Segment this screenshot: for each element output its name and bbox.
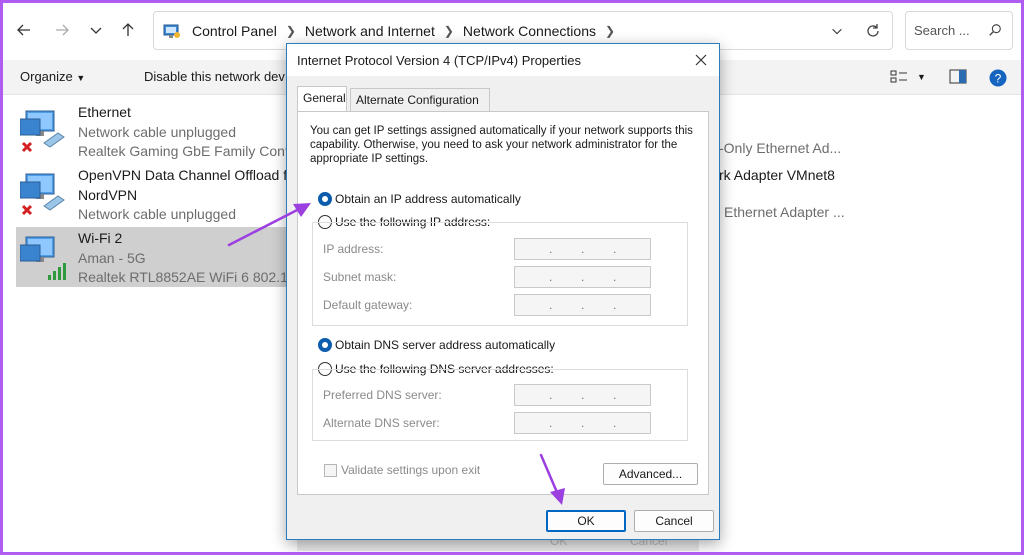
address-dropdown-icon[interactable] (830, 24, 844, 38)
search-input[interactable]: Search ... (905, 11, 1013, 50)
caret-down-icon: ▼ (76, 73, 86, 83)
arrow-right-icon (56, 24, 69, 36)
explorer-window: Control Panel ❯ Network and Internet ❯ N… (3, 3, 1021, 552)
connection-ethernet[interactable]: Ethernet Network cable unplugged Realtek… (16, 101, 316, 161)
chevron-right-icon[interactable]: ❯ (605, 24, 615, 38)
disable-device-button[interactable]: Disable this network dev (144, 69, 285, 84)
search-icon (989, 24, 1001, 36)
radio-label: Obtain DNS server address automatically (335, 338, 556, 352)
connection-status: Aman - 5G (78, 250, 146, 266)
breadcrumb-network-internet[interactable]: Network and Internet (305, 23, 435, 39)
subnet-mask-field[interactable]: ... (514, 266, 651, 288)
annotation-arrow-icon (539, 453, 565, 505)
view-dropdown-icon[interactable]: ▼ (917, 72, 926, 82)
connection-name-continued: NordVPN (78, 187, 138, 203)
connection-name: Ethernet (78, 104, 131, 120)
close-icon[interactable] (693, 52, 709, 68)
tab-label: General (303, 91, 346, 105)
radio-ip-automatic[interactable]: Obtain an IP address automatically (318, 192, 521, 206)
arrow-up-icon (122, 23, 134, 36)
cancel-button[interactable]: Cancel (634, 510, 714, 532)
annotation-arrow-icon (227, 203, 311, 247)
ip-address-label: IP address: (323, 242, 384, 256)
checkbox-unchecked-icon (324, 463, 337, 477)
general-tab-panel: You can get IP settings assigned automat… (297, 111, 709, 495)
connection-adapter: Realtek Gaming GbE Family Contr... (78, 143, 305, 159)
connection-status: Network cable unplugged (78, 206, 236, 222)
preview-pane-icon[interactable] (949, 69, 967, 85)
ok-button[interactable]: OK (546, 510, 626, 532)
alternate-dns-label: Alternate DNS server: (323, 416, 440, 430)
validate-settings-checkbox[interactable]: Validate settings upon exit (324, 463, 480, 477)
alternate-dns-field[interactable]: ... (514, 412, 651, 434)
description-text: You can get IP settings assigned automat… (310, 125, 693, 165)
arrow-left-icon (17, 24, 30, 36)
recent-locations-button[interactable] (83, 17, 109, 43)
up-button[interactable] (115, 17, 141, 43)
connection-adapter: Realtek RTL8852AE WiFi 6 802.11a... (78, 269, 315, 285)
tab-general[interactable]: General (297, 86, 347, 111)
control-panel-icon (163, 24, 180, 38)
change-view-icon[interactable] (890, 69, 908, 85)
default-gateway-label: Default gateway: (323, 298, 413, 312)
tab-alternate-configuration[interactable]: Alternate Configuration (350, 88, 490, 111)
chevron-right-icon[interactable]: ❯ (444, 24, 454, 38)
checkbox-label: Validate settings upon exit (341, 463, 481, 477)
back-button[interactable] (11, 17, 37, 43)
radio-dns-automatic[interactable]: Obtain DNS server address automatically (318, 338, 555, 352)
connection-name: Wi-Fi 2 (78, 230, 123, 246)
connection-adapter-partial: Ethernet Adapter ... (724, 204, 845, 220)
search-placeholder: Search ... (914, 23, 970, 38)
preferred-dns-label: Preferred DNS server: (323, 388, 442, 402)
chevron-down-icon (90, 27, 102, 34)
connection-name-partial: rk Adapter VMnet8 (719, 167, 835, 183)
advanced-button[interactable]: Advanced... (603, 463, 698, 485)
organize-menu[interactable]: Organize ▼ (20, 69, 85, 84)
wifi-adapter-icon (20, 236, 66, 280)
chevron-right-icon[interactable]: ❯ (286, 24, 296, 38)
connection-adapter-partial: -Only Ethernet Ad... (719, 140, 842, 156)
dialog-title: Internet Protocol Version 4 (TCP/IPv4) P… (297, 53, 581, 68)
connection-name: OpenVPN Data Channel Offload for (78, 167, 300, 183)
preferred-dns-field[interactable]: ... (514, 384, 651, 406)
network-adapter-disconnected-icon (20, 110, 65, 153)
help-icon[interactable]: ? (989, 69, 1007, 87)
radio-label: Obtain an IP address automatically (335, 192, 521, 206)
radio-selected-icon (318, 338, 332, 352)
svg-text:?: ? (995, 72, 1002, 86)
organize-label: Organize (20, 69, 73, 84)
forward-button[interactable] (49, 17, 75, 43)
default-gateway-field[interactable]: ... (514, 294, 651, 316)
ipv4-properties-dialog: Internet Protocol Version 4 (TCP/IPv4) P… (286, 43, 720, 540)
tab-label: Alternate Configuration (356, 93, 479, 107)
breadcrumb-network-connections[interactable]: Network Connections (463, 23, 596, 39)
ip-address-field[interactable]: ... (514, 238, 651, 260)
subnet-mask-label: Subnet mask: (323, 270, 397, 284)
connection-status: Network cable unplugged (78, 124, 236, 140)
refresh-icon[interactable] (864, 22, 882, 40)
network-adapter-disconnected-icon (20, 173, 65, 216)
dialog-title-bar: Internet Protocol Version 4 (TCP/IPv4) P… (287, 44, 719, 76)
breadcrumb-control-panel[interactable]: Control Panel (192, 23, 277, 39)
